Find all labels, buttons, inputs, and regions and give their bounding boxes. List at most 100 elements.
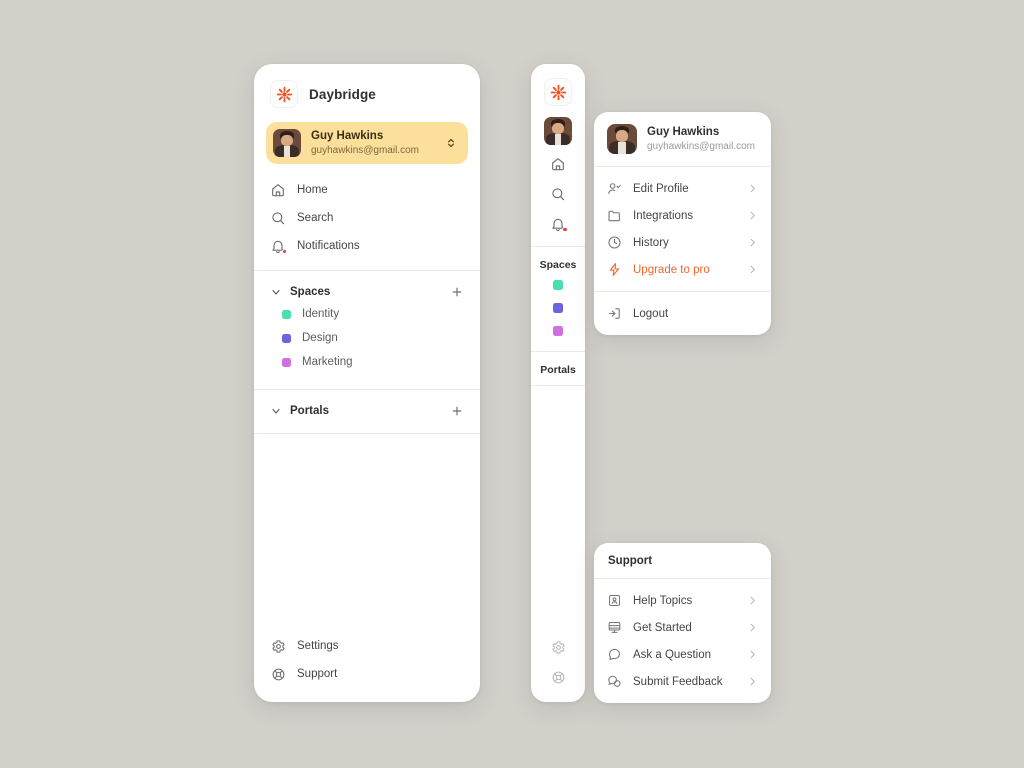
menu-label: History xyxy=(633,236,669,249)
logout-icon xyxy=(607,306,622,321)
footer-label: Support xyxy=(297,668,338,680)
menu-label: Ask a Question xyxy=(633,648,711,661)
portals-section: Portals xyxy=(254,390,480,427)
rail-spaces-list xyxy=(553,280,563,351)
profile-menu-identity: Guy Hawkins guyhawkins@gmail.com xyxy=(647,125,755,153)
folder-icon xyxy=(607,208,622,223)
rail-portals-title: Portals xyxy=(540,364,576,376)
chevron-down-icon[interactable] xyxy=(270,286,282,298)
support-item-submit-feedback[interactable]: Submit Feedback xyxy=(594,668,771,695)
bell-icon xyxy=(270,238,287,254)
menu-label: Logout xyxy=(633,307,669,320)
spaces-section: Spaces Identity Design Marketing xyxy=(254,271,480,380)
divider xyxy=(531,385,585,386)
lightning-bolt-icon xyxy=(607,262,622,277)
rail-brand xyxy=(544,64,572,115)
avatar xyxy=(607,124,637,154)
menu-item-edit-profile[interactable]: Edit Profile xyxy=(594,175,771,202)
menu-item-integrations[interactable]: Integrations xyxy=(594,202,771,229)
support-card-title: Support xyxy=(608,555,653,567)
search-icon xyxy=(270,210,286,226)
speech-bubble-icon xyxy=(607,647,622,662)
nav-label: Home xyxy=(297,184,328,196)
chevron-right-icon xyxy=(747,210,758,221)
chevron-right-icon xyxy=(747,264,758,275)
lifebuoy-icon[interactable] xyxy=(550,669,567,686)
spaces-header[interactable]: Spaces xyxy=(266,282,468,302)
space-item-marketing[interactable]: Marketing xyxy=(266,350,468,374)
chevron-right-icon xyxy=(747,676,758,687)
menu-label: Upgrade to pro xyxy=(633,263,710,276)
home-icon xyxy=(270,182,286,198)
profile-email: guyhawkins@gmail.com xyxy=(647,140,755,152)
portals-header[interactable]: Portals xyxy=(266,401,468,421)
menu-label: Submit Feedback xyxy=(633,675,723,688)
space-color-swatch[interactable] xyxy=(553,303,563,313)
support-item-get-started[interactable]: Get Started xyxy=(594,614,771,641)
notification-badge-dot xyxy=(281,248,287,254)
menu-label: Get Started xyxy=(633,621,692,634)
chevron-down-icon[interactable] xyxy=(270,405,282,417)
support-card-items: Help Topics Get Started Ask a Question S… xyxy=(594,579,771,703)
rail-nav xyxy=(550,155,568,246)
chevron-up-down-icon[interactable] xyxy=(444,136,458,150)
home-icon[interactable] xyxy=(550,155,567,172)
bell-icon[interactable] xyxy=(550,215,568,232)
add-portal-button[interactable] xyxy=(450,404,464,418)
chevron-right-icon xyxy=(747,183,758,194)
menu-label: Edit Profile xyxy=(633,182,689,195)
menu-item-history[interactable]: History xyxy=(594,229,771,256)
rail-spaces-title: Spaces xyxy=(539,259,577,271)
sidebar-footer: Settings Support xyxy=(254,632,480,702)
monitor-icon xyxy=(607,620,622,635)
profile-menu-header: Guy Hawkins guyhawkins@gmail.com xyxy=(594,112,771,166)
rail-footer xyxy=(550,639,567,702)
double-chat-bubble-icon xyxy=(607,674,622,689)
primary-nav: Home Search Notifications xyxy=(254,174,480,270)
profile-name: Guy Hawkins xyxy=(311,130,384,143)
gear-icon[interactable] xyxy=(550,639,567,656)
notification-badge-dot xyxy=(562,226,568,232)
rail-profile-button[interactable] xyxy=(544,115,572,155)
brand-row: Daybridge xyxy=(254,64,480,120)
profile-switcher[interactable]: Guy Hawkins guyhawkins@gmail.com xyxy=(266,122,468,164)
space-color-swatch[interactable] xyxy=(553,326,563,336)
support-card: Support Help Topics Get Started Ask a Qu… xyxy=(594,543,771,703)
profile-name: Guy Hawkins xyxy=(647,126,720,139)
space-label: Marketing xyxy=(302,356,353,368)
nav-item-home[interactable]: Home xyxy=(266,176,468,204)
add-space-button[interactable] xyxy=(450,285,464,299)
profile-menu-items: Edit Profile Integrations History Upgrad… xyxy=(594,167,771,291)
support-item-ask-a-question[interactable]: Ask a Question xyxy=(594,641,771,668)
chevron-right-icon xyxy=(747,595,758,606)
main-sidebar: Daybridge Guy Hawkins guyhawkins@gmail.c… xyxy=(254,64,480,702)
chevron-right-icon xyxy=(747,649,758,660)
space-item-identity[interactable]: Identity xyxy=(266,302,468,326)
space-color-swatch xyxy=(282,357,291,367)
profile-email: guyhawkins@gmail.com xyxy=(311,144,419,156)
avatar xyxy=(544,117,572,145)
brand-name: Daybridge xyxy=(309,86,376,102)
space-label: Identity xyxy=(302,308,340,320)
footer-item-settings[interactable]: Settings xyxy=(266,632,468,660)
menu-item-logout[interactable]: Logout xyxy=(594,300,771,327)
nav-label: Notifications xyxy=(297,240,360,252)
daybridge-asterisk-logo xyxy=(270,80,298,108)
search-icon[interactable] xyxy=(550,185,567,202)
chevron-right-icon xyxy=(747,237,758,248)
support-item-help-topics[interactable]: Help Topics xyxy=(594,587,771,614)
footer-label: Settings xyxy=(297,640,339,652)
portals-title: Portals xyxy=(290,405,329,417)
footer-item-support[interactable]: Support xyxy=(266,660,468,688)
menu-label: Integrations xyxy=(633,209,694,222)
space-color-swatch[interactable] xyxy=(553,280,563,290)
space-color-swatch xyxy=(282,309,291,319)
menu-item-upgrade-to-pro[interactable]: Upgrade to pro xyxy=(594,256,771,283)
nav-item-notifications[interactable]: Notifications xyxy=(266,232,468,260)
profile-text: Guy Hawkins guyhawkins@gmail.com xyxy=(311,129,434,156)
space-label: Design xyxy=(302,332,338,344)
space-item-design[interactable]: Design xyxy=(266,326,468,350)
nav-item-search[interactable]: Search xyxy=(266,204,468,232)
profile-menu-logout-group: Logout xyxy=(594,292,771,335)
